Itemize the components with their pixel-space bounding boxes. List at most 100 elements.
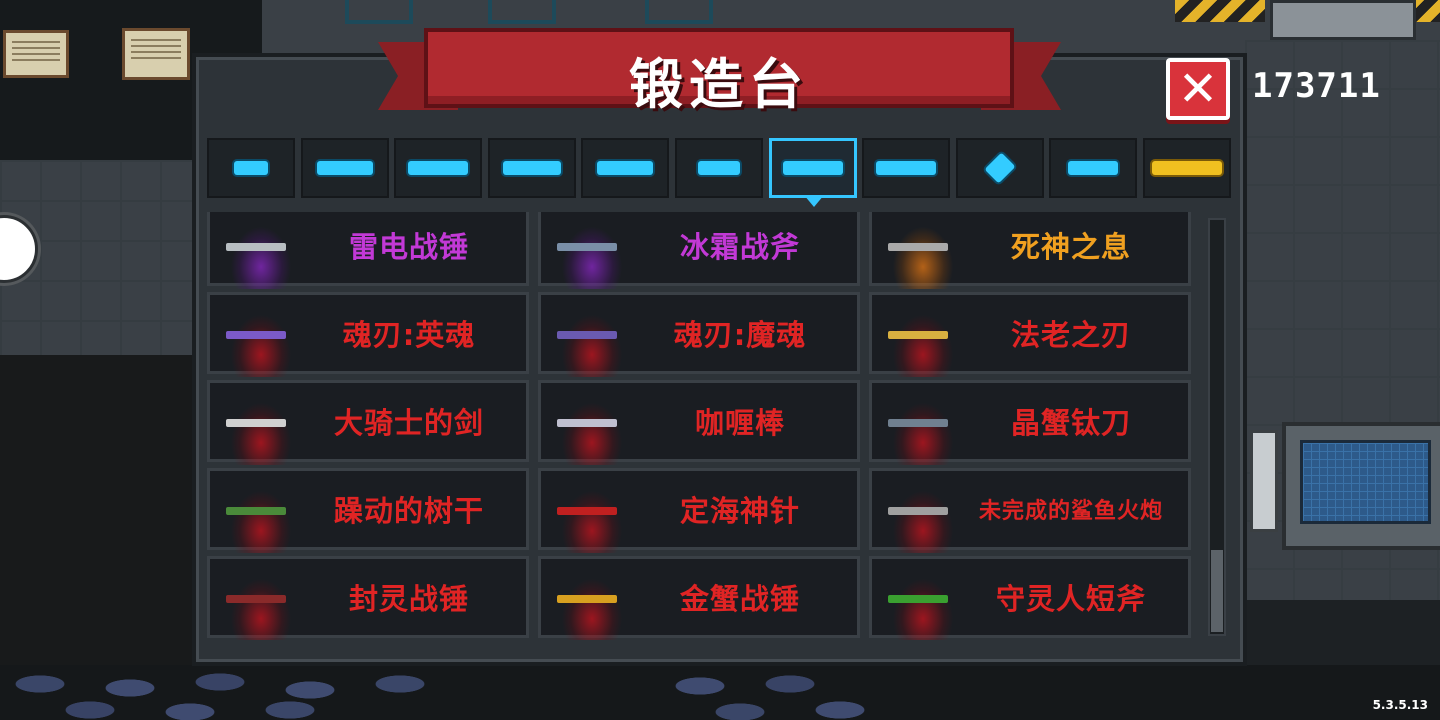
notice-board-icon — [3, 30, 69, 78]
weapon-item[interactable]: 未完成的鲨鱼火炮 — [869, 468, 1191, 553]
weapon-icon — [557, 331, 617, 339]
fish-icon — [1068, 161, 1119, 175]
tab-bow[interactable] — [675, 138, 763, 198]
weapon-item[interactable]: 魂刃:魔魂 — [538, 292, 860, 377]
tab-sword[interactable] — [768, 138, 857, 198]
weapon-icon — [226, 331, 286, 339]
rarity-glow — [559, 391, 625, 465]
bow-icon — [698, 161, 740, 175]
rifle-icon — [316, 161, 373, 175]
weapon-icon — [557, 507, 617, 515]
weapon-grid: 雷电战锤 冰霜战斧 死神之息魂刃:英魂 魂刃:魔魂 法老之刃大骑士的剑 咖喱棒 晶蟹钛刀躁动… — [207, 212, 1204, 640]
weapon-icon — [888, 331, 948, 339]
laser-gun-icon — [597, 161, 654, 175]
tab-fish[interactable] — [1049, 138, 1138, 198]
rarity-glow — [228, 215, 294, 289]
page-title: 锻造台 — [629, 53, 809, 116]
weapon-name: 封灵战锤 — [348, 582, 469, 616]
top-item-slot — [488, 0, 556, 24]
shotgun-icon — [408, 161, 469, 175]
weapon-item[interactable]: 冰霜战斧 — [538, 212, 860, 289]
gem-count: 173711 — [1252, 66, 1381, 106]
tab-shotgun[interactable] — [394, 138, 483, 198]
weapon-name: 死神之息 — [1010, 230, 1131, 264]
weapon-item[interactable]: 守灵人短斧 — [869, 556, 1191, 640]
tab-shuriken[interactable] — [955, 138, 1044, 198]
weapon-icon — [226, 243, 286, 251]
notice-board-icon — [122, 28, 190, 80]
spear-icon — [876, 161, 937, 175]
top-item-slot — [645, 0, 713, 24]
tab-pistol[interactable] — [207, 138, 295, 198]
weapon-icon — [888, 243, 948, 251]
weapon-name: 冰霜战斧 — [679, 230, 800, 264]
weapon-name: 躁动的树干 — [333, 494, 484, 528]
tab-crown[interactable] — [1143, 138, 1231, 198]
weapon-name: 未完成的鲨鱼火炮 — [978, 499, 1163, 524]
scrollbar[interactable] — [1208, 218, 1226, 636]
stone-path — [0, 668, 885, 720]
rarity-glow — [228, 567, 294, 640]
top-item-slot — [345, 0, 413, 24]
tab-rifle[interactable] — [300, 138, 389, 198]
shuriken-icon — [984, 152, 1016, 184]
title-ribbon: 锻造台 — [378, 22, 1061, 122]
weapon-item[interactable]: 咖喱棒 — [538, 380, 860, 465]
hazard-stripe — [1175, 0, 1265, 22]
rarity-glow — [228, 479, 294, 553]
rarity-glow — [559, 215, 625, 289]
scrollbar-thumb[interactable] — [1211, 550, 1223, 632]
sword-icon — [782, 161, 843, 175]
active-tab-indicator — [804, 195, 824, 207]
top-machine — [1270, 0, 1416, 40]
ribbon-banner: 锻造台 — [424, 28, 1014, 116]
weapon-icon — [888, 419, 948, 427]
tab-laser-gun[interactable] — [581, 138, 670, 198]
close-icon: ✕ — [1177, 61, 1219, 117]
weapon-name: 魂刃:英魂 — [342, 318, 476, 352]
weapon-item[interactable]: 法老之刃 — [869, 292, 1191, 377]
rarity-glow — [890, 391, 956, 465]
weapon-icon — [557, 595, 617, 603]
pistol-icon — [234, 161, 268, 175]
weapon-name: 魂刃:魔魂 — [673, 318, 807, 352]
computer-screen — [1300, 440, 1431, 524]
weapon-name: 雷电战锤 — [348, 230, 469, 264]
weapon-icon — [557, 243, 617, 251]
weapon-name: 守灵人短斧 — [995, 582, 1146, 616]
weapon-item[interactable]: 死神之息 — [869, 212, 1191, 289]
weapon-icon — [226, 595, 286, 603]
rarity-glow — [228, 391, 294, 465]
weapon-name: 定海神针 — [679, 494, 800, 528]
launcher-icon — [502, 161, 561, 175]
weapon-icon — [557, 419, 617, 427]
rarity-glow — [890, 215, 956, 289]
version-label: 5.3.5.13 — [1372, 698, 1428, 712]
weapon-icon — [888, 507, 948, 515]
rarity-glow — [559, 567, 625, 640]
rarity-glow — [559, 303, 625, 377]
weapon-name: 法老之刃 — [1010, 318, 1131, 352]
weapon-item[interactable]: 封灵战锤 — [207, 556, 529, 640]
close-button[interactable]: ✕ — [1166, 58, 1230, 120]
weapon-category-tabs — [207, 138, 1233, 198]
tab-launcher[interactable] — [487, 138, 576, 198]
weapon-item[interactable]: 定海神针 — [538, 468, 860, 553]
weapon-item[interactable]: 雷电战锤 — [207, 212, 529, 289]
rarity-glow — [890, 567, 956, 640]
weapon-icon — [226, 419, 286, 427]
weapon-icon — [888, 595, 948, 603]
rarity-glow — [890, 303, 956, 377]
weapon-name: 大骑士的剑 — [333, 406, 484, 440]
tab-spear[interactable] — [862, 138, 951, 198]
weapon-item[interactable]: 大骑士的剑 — [207, 380, 529, 465]
weapon-item[interactable]: 晶蟹钛刀 — [869, 380, 1191, 465]
crown-icon — [1152, 161, 1222, 175]
weapon-item[interactable]: 金蟹战锤 — [538, 556, 860, 640]
weapon-name: 晶蟹钛刀 — [1010, 406, 1131, 440]
rarity-glow — [228, 303, 294, 377]
rarity-glow — [559, 479, 625, 553]
weapon-name: 金蟹战锤 — [679, 582, 800, 616]
weapon-item[interactable]: 魂刃:英魂 — [207, 292, 529, 377]
weapon-item[interactable]: 躁动的树干 — [207, 468, 529, 553]
